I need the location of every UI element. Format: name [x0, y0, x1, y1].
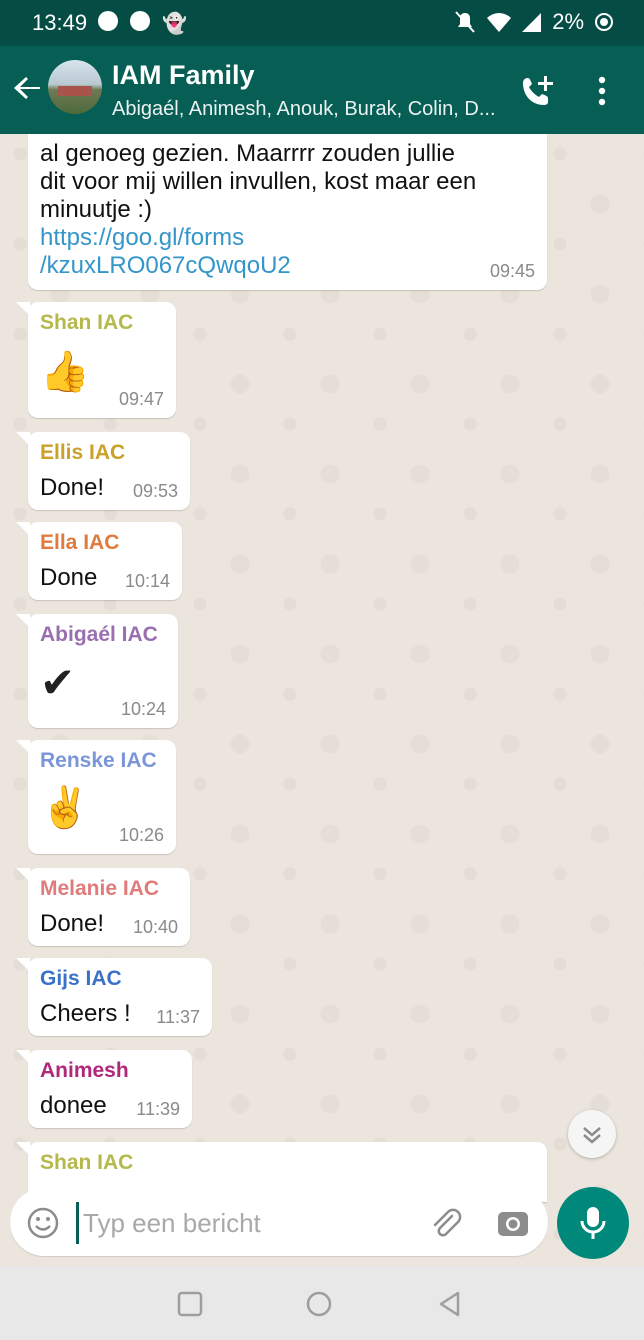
emoji-icon[interactable] — [26, 1206, 60, 1240]
home-icon[interactable] — [305, 1290, 333, 1318]
nav-back-icon[interactable] — [436, 1290, 464, 1318]
message-text: donee — [40, 1092, 107, 1119]
message-bubble[interactable]: Ella IAC Done 10:14 — [16, 522, 182, 600]
sender-name: Animesh — [40, 1059, 129, 1082]
recents-icon[interactable] — [176, 1290, 204, 1318]
message-input[interactable] — [76, 1202, 415, 1244]
message-time: 09:45 — [489, 261, 535, 281]
message-time: 09:47 — [118, 389, 164, 409]
battery-text: 2% — [552, 9, 584, 34]
back-arrow-icon[interactable] — [12, 72, 44, 104]
message-list[interactable]: al genoeg gezien. Maarrrr zouden jullie … — [0, 134, 644, 1266]
message-bubble[interactable]: Ellis IAC Done! 09:53 — [16, 432, 190, 510]
check-mark-emoji: ✔ — [40, 659, 76, 706]
message-time: 10:24 — [120, 699, 166, 719]
notification-icons: 👻 — [98, 11, 187, 36]
sender-name: Renske IAC — [40, 749, 157, 772]
message-bubble[interactable]: Melanie IAC Done! 10:40 — [16, 868, 190, 946]
message-bubble[interactable]: Animesh donee 11:39 — [16, 1050, 192, 1128]
attach-icon[interactable] — [428, 1206, 462, 1240]
message-time: 11:37 — [156, 1007, 200, 1027]
message-bubble[interactable]: Abigaél IAC ✔ 10:24 — [16, 614, 178, 728]
chat-header: IAM Family Abigaél, Animesh, Anouk, Bura… — [0, 46, 644, 134]
message-text: Done! — [40, 910, 105, 937]
message-text: Cheers ! — [40, 1000, 131, 1027]
snapchat-notification-icon: 👻 — [162, 13, 187, 35]
message-bubble[interactable]: Renske IAC ✌ 10:26 — [16, 740, 176, 854]
sender-name: Shan IAC — [40, 1151, 134, 1174]
status-bar: 13:49 👻 2% — [0, 0, 644, 46]
chat-title[interactable]: IAM Family — [112, 60, 255, 91]
system-icons: 2% — [454, 9, 614, 35]
telegram-notification-icon — [130, 11, 150, 31]
signal-icon — [522, 13, 542, 32]
sender-name: Melanie IAC — [40, 877, 160, 900]
message-time: 09:53 — [132, 481, 178, 501]
mic-icon — [580, 1207, 606, 1239]
status-time: 13:49 — [32, 10, 88, 35]
sender-name: Ellis IAC — [40, 441, 126, 464]
message-bubble[interactable]: al genoeg gezien. Maarrrr zouden jullie … — [28, 134, 547, 290]
scroll-down-button[interactable] — [568, 1110, 616, 1158]
add-call-icon[interactable] — [520, 74, 554, 108]
message-bubble[interactable]: Gijs IAC Cheers ! 11:37 — [16, 958, 212, 1036]
message-text: Done — [40, 564, 98, 591]
message-composer — [10, 1188, 548, 1256]
group-avatar[interactable] — [48, 60, 102, 114]
form-link[interactable]: https://goo.gl/forms /kzuxLRO067cQwqoU2 — [40, 224, 476, 280]
more-vert-icon[interactable] — [590, 74, 614, 108]
message-bubble[interactable]: Shan IAC 👍 09:47 — [16, 302, 176, 418]
wifi-icon — [487, 13, 512, 32]
message-time: 11:39 — [136, 1099, 180, 1119]
message-time: 10:26 — [118, 825, 164, 845]
system-nav-bar — [0, 1266, 644, 1340]
message-text: al genoeg gezien. Maarrrr zouden jullie … — [40, 140, 477, 280]
message-notification-icon — [98, 11, 118, 31]
message-time: 10:40 — [132, 917, 178, 937]
sender-name: Abigaél IAC — [40, 623, 158, 646]
chat-participants[interactable]: Abigaél, Animesh, Anouk, Burak, Colin, D… — [112, 98, 496, 121]
voice-record-button[interactable] — [557, 1187, 629, 1259]
thumbs-up-emoji: 👍 — [40, 350, 90, 394]
sender-name: Shan IAC — [40, 311, 134, 334]
message-text: Done! — [40, 474, 105, 501]
message-time: 10:14 — [124, 571, 170, 591]
sender-name: Gijs IAC — [40, 967, 122, 990]
scroll-down-icon — [583, 1127, 601, 1144]
sender-name: Ella IAC — [40, 531, 120, 554]
battery-icon — [595, 13, 613, 31]
mute-icon — [455, 11, 475, 33]
victory-hand-emoji: ✌ — [40, 786, 90, 830]
camera-icon[interactable] — [496, 1206, 530, 1240]
